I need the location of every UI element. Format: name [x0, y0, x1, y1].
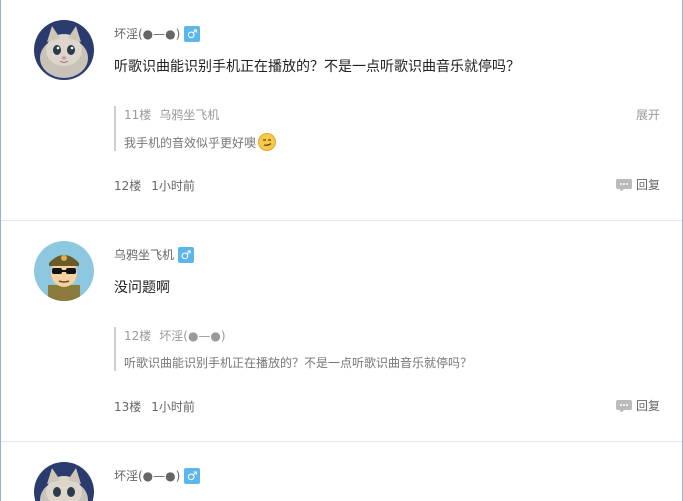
quoted-reply: 12楼 坏淫(●—●) 听歌识曲能识别手机正在播放的？不是一点听歌识曲音乐就停吗？	[114, 327, 660, 371]
quote-author[interactable]: 坏淫(●—●)	[159, 329, 225, 343]
comment-icon	[615, 178, 632, 191]
username-text: 乌鸦坐飞机	[114, 248, 175, 262]
comment-content: 没问题啊	[114, 280, 170, 296]
expand-link[interactable]: 展开	[636, 106, 660, 123]
post-time: 1小时前	[151, 179, 195, 193]
comment-item: 坏淫(●—●) ♂ 听歌识曲能识别手机正在播放的？不是一点听歌识曲音乐就停吗？ …	[1, 0, 682, 221]
smirk-emoji-icon	[258, 133, 277, 151]
comment-icon	[615, 399, 632, 412]
quote-header: 11楼 乌鸦坐飞机	[124, 106, 660, 123]
floor-number: 12楼	[114, 179, 142, 193]
quote-author[interactable]: 乌鸦坐飞机	[159, 108, 219, 122]
floor-number: 13楼	[114, 400, 142, 414]
reply-button[interactable]: 回复	[615, 397, 660, 414]
comment-meta: 13楼 1小时前	[114, 398, 195, 415]
quote-text-content: 听歌识曲能识别手机正在播放的？不是一点听歌识曲音乐就停吗？	[124, 356, 473, 370]
comment-item: 乌鸦坐飞机 ♂ 没问题啊 12楼 坏淫(●—●) 听歌识曲能识别手机正在播放的？不…	[1, 221, 682, 442]
username[interactable]: 乌鸦坐飞机 ♂	[114, 246, 195, 263]
quote-text-content: 我手机的音效似乎更好噢	[124, 135, 257, 150]
reply-label: 回复	[635, 399, 660, 413]
username-text: 坏淫(●—●)	[114, 27, 181, 41]
quote-header: 12楼 坏淫(●—●)	[124, 327, 660, 344]
avatar[interactable]	[34, 462, 94, 501]
quote-floor: 12楼	[124, 329, 152, 343]
comment-content: 听歌识曲能识别手机正在播放的？不是一点听歌识曲音乐就停吗？	[114, 59, 520, 75]
username-text: 坏淫(●—●)	[114, 469, 181, 483]
male-icon: ♂	[184, 467, 201, 484]
post-time: 1小时前	[151, 400, 195, 414]
comment-item: 坏淫(●—●) ♂	[1, 442, 682, 501]
quote-floor: 11楼	[124, 108, 152, 122]
male-icon: ♂	[178, 246, 195, 263]
reply-label: 回复	[635, 178, 660, 192]
username[interactable]: 坏淫(●—●) ♂	[114, 467, 201, 484]
quoted-reply: 11楼 乌鸦坐飞机 展开 我手机的音效似乎更好噢	[114, 106, 660, 151]
reply-button[interactable]: 回复	[615, 176, 660, 193]
quote-text: 我手机的音效似乎更好噢	[124, 133, 660, 151]
username[interactable]: 坏淫(●—●) ♂	[114, 25, 201, 42]
avatar[interactable]	[34, 241, 94, 301]
quote-text: 听歌识曲能识别手机正在播放的？不是一点听歌识曲音乐就停吗？	[124, 354, 660, 371]
comment-meta: 12楼 1小时前	[114, 177, 195, 194]
comment-thread: 坏淫(●—●) ♂ 听歌识曲能识别手机正在播放的？不是一点听歌识曲音乐就停吗？ …	[0, 0, 683, 501]
avatar[interactable]	[34, 20, 94, 80]
male-icon: ♂	[184, 25, 201, 42]
